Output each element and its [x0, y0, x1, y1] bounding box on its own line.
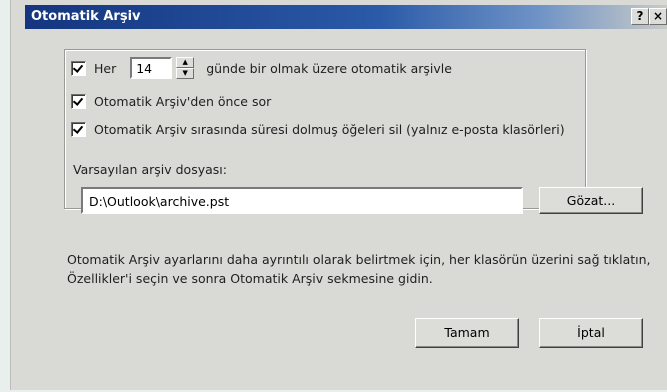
- autoarchive-every-row: Her 14 ▲ ▼ günde bir olmak üzere otomati…: [71, 57, 452, 79]
- autoarchive-dialog: Otomatik Arşiv ? × Her 14 ▲ ▼ günde bir …: [10, 0, 667, 390]
- browse-button[interactable]: Gözat...: [539, 187, 643, 214]
- days-spinner[interactable]: ▲ ▼: [176, 57, 195, 79]
- spin-up-icon[interactable]: ▲: [176, 57, 195, 68]
- default-file-row: Varsayılan arşiv dosyası:: [73, 162, 227, 177]
- cancel-button[interactable]: İptal: [539, 318, 643, 348]
- delete-expired-row: Otomatik Arşiv sırasında süresi dolmuş ö…: [71, 122, 565, 137]
- ok-button[interactable]: Tamam: [415, 318, 519, 348]
- archive-path-input[interactable]: D:\Outlook\archive.pst: [81, 187, 523, 214]
- autoarchive-every-checkbox[interactable]: [71, 60, 86, 76]
- spin-down-icon[interactable]: ▼: [176, 68, 195, 79]
- dialog-title: Otomatik Arşiv: [31, 9, 141, 24]
- default-file-label: Varsayılan arşiv dosyası:: [73, 162, 227, 177]
- title-bar[interactable]: Otomatik Arşiv ? ×: [25, 5, 667, 29]
- every-suffix-label: günde bir olmak üzere otomatik arşivle: [206, 60, 452, 76]
- prompt-before-checkbox[interactable]: [71, 94, 86, 109]
- delete-expired-checkbox[interactable]: [71, 122, 86, 137]
- close-button[interactable]: ×: [649, 8, 667, 25]
- prompt-label: Otomatik Arşiv'den önce sor: [94, 94, 272, 109]
- prompt-row: Otomatik Arşiv'den önce sor: [71, 94, 271, 109]
- days-input[interactable]: 14: [130, 57, 173, 79]
- every-label: Her: [94, 60, 117, 76]
- page-margin: [0, 0, 10, 392]
- info-text: Otomatik Arşiv ayarlarını daha ayrıntılı…: [67, 252, 651, 286]
- help-button[interactable]: ?: [631, 8, 649, 25]
- delete-expired-label: Otomatik Arşiv sırasında süresi dolmuş ö…: [94, 122, 565, 137]
